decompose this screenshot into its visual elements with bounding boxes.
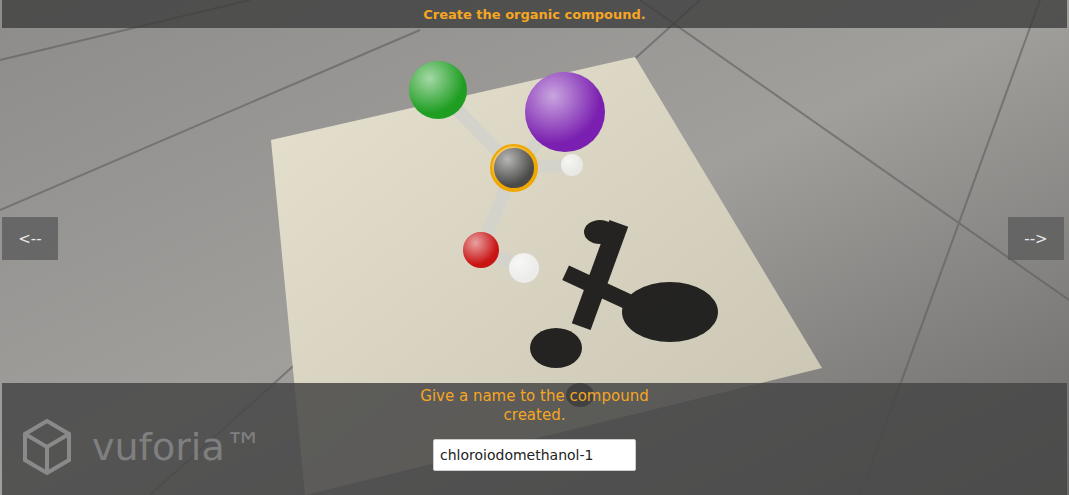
ar-screen: Create the organic compound. <-- --> vufori… <box>0 0 1069 495</box>
name-prompt: Give a name to the compound created. <box>405 387 665 425</box>
name-panel: vuforia™ Give a name to the compound crea… <box>2 383 1067 495</box>
atom[interactable] <box>509 253 539 283</box>
compound-name-input[interactable] <box>433 439 636 471</box>
atom[interactable] <box>463 232 499 268</box>
atom[interactable] <box>561 154 583 176</box>
next-button[interactable]: --> <box>1008 217 1064 260</box>
instruction-text: Create the organic compound. <box>423 7 645 22</box>
atom[interactable] <box>492 146 536 190</box>
floor <box>0 0 1069 495</box>
instruction-bar: Create the organic compound. <box>2 0 1067 28</box>
molecule-shadow <box>530 220 718 407</box>
molecule[interactable] <box>409 61 605 283</box>
nav-row: <-- --> <box>0 28 1069 383</box>
tile-lines <box>0 0 1069 495</box>
watermark-text: vuforia™ <box>92 425 263 469</box>
atom[interactable] <box>409 61 467 119</box>
vuforia-logo-icon <box>22 419 72 475</box>
vuforia-watermark: vuforia™ <box>22 419 263 475</box>
atom[interactable] <box>525 72 605 152</box>
prev-button[interactable]: <-- <box>2 217 58 260</box>
